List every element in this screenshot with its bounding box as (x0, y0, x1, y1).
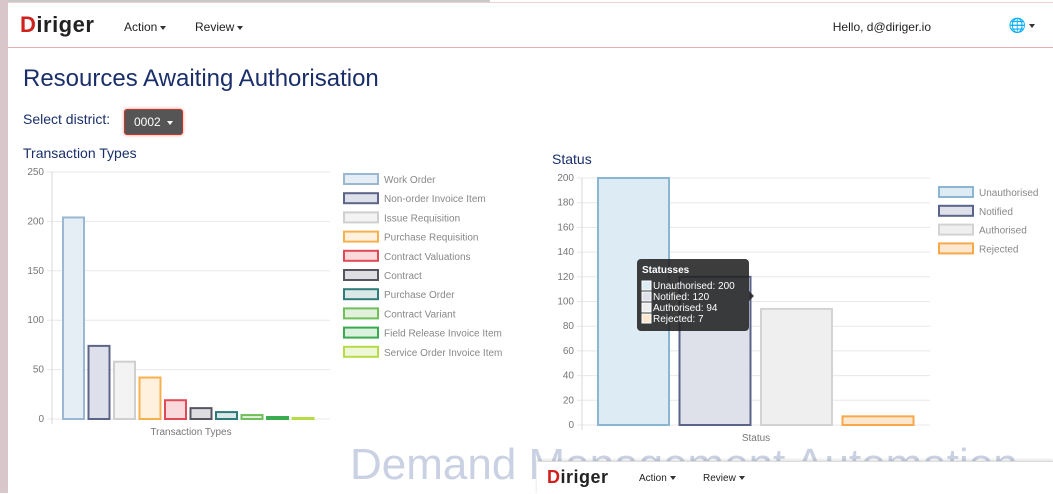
y-tick-label: 250 (27, 167, 44, 178)
y-tick-label: 20 (563, 395, 575, 406)
legend-label: Rejected (979, 244, 1018, 255)
legend-label: Service Order Invoice Item (384, 348, 502, 359)
legend-swatch (343, 249, 379, 262)
legend-swatch (343, 192, 379, 205)
tooltip-line: Authorised: 94 (653, 303, 718, 314)
y-tick-label: 150 (27, 266, 44, 277)
bar (164, 399, 187, 420)
legend-label: Contract Valuations (384, 252, 471, 263)
y-tick-label: 40 (563, 371, 575, 382)
legend-swatch (343, 288, 379, 301)
tooltip-swatch (641, 291, 652, 302)
y-tick-label: 100 (557, 297, 574, 308)
chevron-down-icon (669, 476, 676, 481)
bar (240, 414, 264, 421)
tooltip-line: Notified: 120 (653, 292, 710, 303)
legend-label: Purchase Requisition (384, 233, 479, 244)
y-tick-label: 160 (557, 222, 574, 233)
y-tick-label: 60 (563, 346, 575, 357)
bar (113, 360, 136, 421)
legend-label: Notified (979, 207, 1013, 218)
bar (215, 411, 238, 421)
action-menu-label: Action (639, 473, 667, 484)
legend-label: Field Release Invoice Item (384, 329, 502, 340)
brand-logo-text: iriger (560, 467, 609, 487)
legend-label: Work Order (384, 175, 436, 186)
legend-swatch (343, 173, 379, 185)
tooltip-swatch (641, 313, 652, 324)
y-tick-label: 100 (27, 315, 44, 326)
y-tick-label: 80 (563, 321, 575, 332)
legend-label: Contract (384, 271, 422, 282)
legend-swatch (343, 307, 379, 320)
bar (266, 416, 289, 420)
y-tick-label: 140 (557, 247, 574, 258)
tooltip-line: Unauthorised: 200 (653, 281, 735, 292)
review-menu-label: Review (703, 473, 736, 484)
charts-canvas: 050100150200250Transaction TypesWork Ord… (27, 167, 1038, 444)
legend-swatch (343, 345, 379, 358)
secondary-navbar: Diriger Action Review (537, 461, 1053, 494)
legend-label: Purchase Order (384, 290, 455, 301)
legend-swatch (343, 326, 379, 339)
brand-logo-secondary[interactable]: Diriger (547, 467, 609, 488)
legend-swatch (343, 230, 379, 243)
y-tick-label: 50 (33, 365, 45, 376)
legend-swatch (938, 223, 974, 236)
legend-label: Issue Requisition (384, 213, 460, 224)
brand-logo-d: D (547, 467, 561, 487)
bar (138, 376, 162, 420)
tooltip-swatch (641, 302, 652, 313)
y-tick-label: 0 (568, 420, 574, 431)
legend-label: Authorised (979, 226, 1027, 237)
y-tick-label: 200 (27, 216, 44, 227)
legend-swatch (343, 211, 379, 224)
tooltip-title: Statusses (642, 265, 690, 276)
legend-swatch (938, 204, 974, 217)
y-tick-label: 200 (557, 173, 574, 184)
legend-swatch (343, 269, 379, 281)
legend-label: Unauthorised (979, 188, 1038, 199)
x-axis-label: Transaction Types (150, 427, 231, 438)
tooltip-swatch (641, 280, 652, 291)
bar (189, 407, 213, 420)
y-tick-label: 180 (557, 198, 574, 209)
review-menu-secondary[interactable]: Review (703, 473, 745, 484)
legend-label: Contract Variant (384, 309, 456, 320)
y-tick-label: 0 (38, 414, 44, 425)
tooltip-line: Rejected: 7 (653, 314, 704, 325)
legend-swatch (938, 186, 974, 198)
legend-swatch (938, 242, 974, 255)
bar (87, 344, 111, 420)
bar (841, 415, 915, 427)
bar (62, 216, 85, 420)
bar (760, 307, 833, 426)
legend-label: Non-order Invoice Item (384, 194, 486, 205)
y-tick-label: 120 (557, 272, 574, 283)
action-menu-secondary[interactable]: Action (639, 473, 676, 484)
bar (291, 417, 315, 420)
chevron-down-icon (738, 476, 745, 481)
